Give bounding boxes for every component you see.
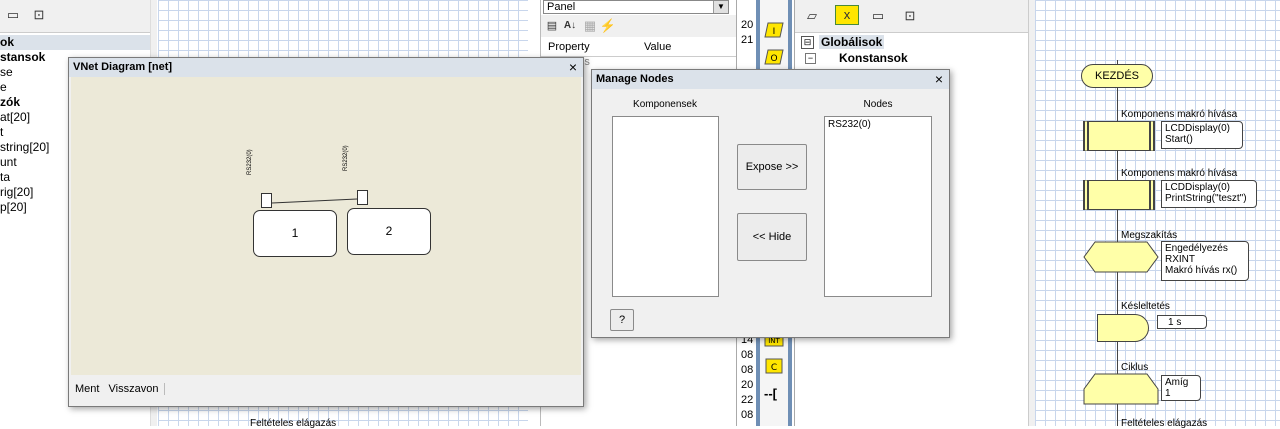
left-toolbar: ▭ ⊡ xyxy=(0,0,156,33)
palette-output-block[interactable]: O xyxy=(764,49,784,65)
interrupt-block[interactable] xyxy=(1083,241,1159,273)
node-2[interactable]: 2 xyxy=(347,208,431,255)
node-2-label: 2 xyxy=(385,224,393,238)
port-label-2: RS232(0) xyxy=(343,145,349,171)
konstansok-label: Konstansok xyxy=(839,51,908,65)
block3-label: Megszakítás xyxy=(1121,230,1178,241)
right-panel-scrollbar[interactable] xyxy=(1028,0,1035,426)
chevron-down-icon[interactable]: ▼ xyxy=(713,1,728,13)
node-1[interactable]: 1 xyxy=(253,210,337,257)
properties-toolbar: ▤ A↓ ▦ ⚡ xyxy=(541,15,737,37)
variables-icon[interactable]: x xyxy=(835,5,859,25)
close-icon[interactable]: × xyxy=(935,70,943,89)
output-block-icon: O xyxy=(764,49,784,65)
line-number: 20 xyxy=(741,379,754,391)
palette-input-block[interactable]: I xyxy=(764,22,784,38)
svg-text:INT: INT xyxy=(768,337,780,345)
input-block-icon: I xyxy=(764,22,784,38)
block1-callout: LCDDisplay(0) Start() xyxy=(1161,121,1243,149)
node-1-label: 1 xyxy=(291,226,299,240)
left-tree-item[interactable]: ok xyxy=(0,35,150,50)
block2-label: Komponens makró hívása xyxy=(1121,168,1238,179)
events-icon[interactable]: ⚡ xyxy=(597,17,619,35)
start-terminal[interactable]: KEZDÉS xyxy=(1081,64,1153,88)
nodes-label: Nodes xyxy=(863,99,893,110)
nodes-listbox[interactable]: RS232(0) xyxy=(824,116,932,297)
svg-text:C: C xyxy=(771,363,777,373)
globals-icon: ⊟ xyxy=(801,36,814,49)
manage-title-bar[interactable]: Manage Nodes × xyxy=(592,70,949,89)
component-icon[interactable]: ▭ xyxy=(867,7,889,25)
vnet-diagram-area[interactable]: RS232(0) RS232(0) 1 2 xyxy=(71,77,581,375)
line-number: 22 xyxy=(741,394,754,406)
flowchart-canvas[interactable]: KEZDÉS Komponens makró hívása LCDDisplay… xyxy=(1035,0,1280,429)
help-button[interactable]: ? xyxy=(610,309,634,331)
flow-bottom-label: Feltételes elágazás xyxy=(1121,418,1208,429)
code-block-icon: C xyxy=(765,358,783,374)
port-label-1: RS232(0) xyxy=(247,149,253,175)
port-icon[interactable]: ▱ xyxy=(801,7,823,25)
globals-tree: ⊟ Globálisok − Konstansok xyxy=(801,35,1027,67)
close-icon[interactable]: × xyxy=(569,58,577,77)
macro-call-block-2[interactable] xyxy=(1083,180,1155,210)
vnet-title-bar[interactable]: VNet Diagram [net] × xyxy=(69,58,583,77)
block5-label: Ciklus xyxy=(1121,362,1149,373)
palette-comment-block[interactable]: --[ xyxy=(764,386,786,402)
block2-callout: LCDDisplay(0) PrintString("teszt") xyxy=(1161,180,1257,208)
block3-callout: Engedélyezés RXINT Makró hívás rx() xyxy=(1161,241,1249,281)
hide-button[interactable]: << Hide xyxy=(737,213,807,261)
manage-title: Manage Nodes xyxy=(596,73,674,85)
block1-label: Komponens makró hívása xyxy=(1121,109,1238,120)
komponensek-label: Komponensek xyxy=(633,99,697,110)
undo-menu-item[interactable]: Visszavon xyxy=(108,383,166,395)
collapse-icon: − xyxy=(805,53,816,64)
port-1[interactable] xyxy=(261,193,272,208)
block5-callout: Amíg 1 xyxy=(1161,375,1201,401)
svg-text:O: O xyxy=(770,54,777,64)
block4-callout: 1 s xyxy=(1157,315,1207,329)
manage-nodes-window: Manage Nodes × Komponensek Nodes RS232(0… xyxy=(591,69,950,338)
globals-node[interactable]: ⊟ Globálisok xyxy=(801,35,1027,51)
properties-header: Property Value xyxy=(541,38,737,57)
canvas-bottom-text: Feltételes elágazás xyxy=(250,418,337,429)
value-column-header: Value xyxy=(644,41,672,53)
save-menu-item[interactable]: Ment xyxy=(75,383,99,395)
component-alt-icon[interactable]: ⊡ xyxy=(899,7,921,25)
line-number: 20 xyxy=(741,19,754,31)
property-column-header: Property xyxy=(548,41,590,53)
vnet-diagram-window: VNet Diagram [net] × RS232(0) RS232(0) 1… xyxy=(68,57,584,407)
vnet-menu: Ment Visszavon xyxy=(75,383,166,395)
port-2[interactable] xyxy=(357,190,368,205)
block4-label: Késleltetés xyxy=(1121,301,1170,312)
component-alt-icon[interactable]: ⊡ xyxy=(28,6,50,24)
svg-text:I: I xyxy=(773,27,776,37)
line-number: 08 xyxy=(741,349,754,361)
start-label: KEZDÉS xyxy=(1094,70,1139,82)
panel-select-value: Panel xyxy=(547,1,576,13)
line-number: 08 xyxy=(741,364,754,376)
globals-toolbar: ▱ x ▭ ⊡ xyxy=(795,0,1029,33)
konstansok-node[interactable]: − Konstansok xyxy=(801,51,1027,67)
nodes-list-item[interactable]: RS232(0) xyxy=(825,117,931,132)
delay-block[interactable] xyxy=(1097,314,1149,342)
sort-alpha-icon[interactable]: A↓ xyxy=(559,17,581,35)
macro-call-block-1[interactable] xyxy=(1083,121,1155,151)
loop-block[interactable] xyxy=(1083,373,1159,405)
expose-button[interactable]: Expose >> xyxy=(737,144,807,190)
component-icon[interactable]: ▭ xyxy=(2,6,24,24)
panel-select[interactable]: Panel ▼ xyxy=(543,0,729,14)
line-number: 08 xyxy=(741,409,754,421)
line-number: 21 xyxy=(741,34,754,46)
globals-label: Globálisok xyxy=(819,35,885,49)
vnet-title: VNet Diagram [net] xyxy=(73,61,173,73)
palette-code-block[interactable]: C xyxy=(764,358,784,374)
components-listbox[interactable] xyxy=(612,116,719,297)
